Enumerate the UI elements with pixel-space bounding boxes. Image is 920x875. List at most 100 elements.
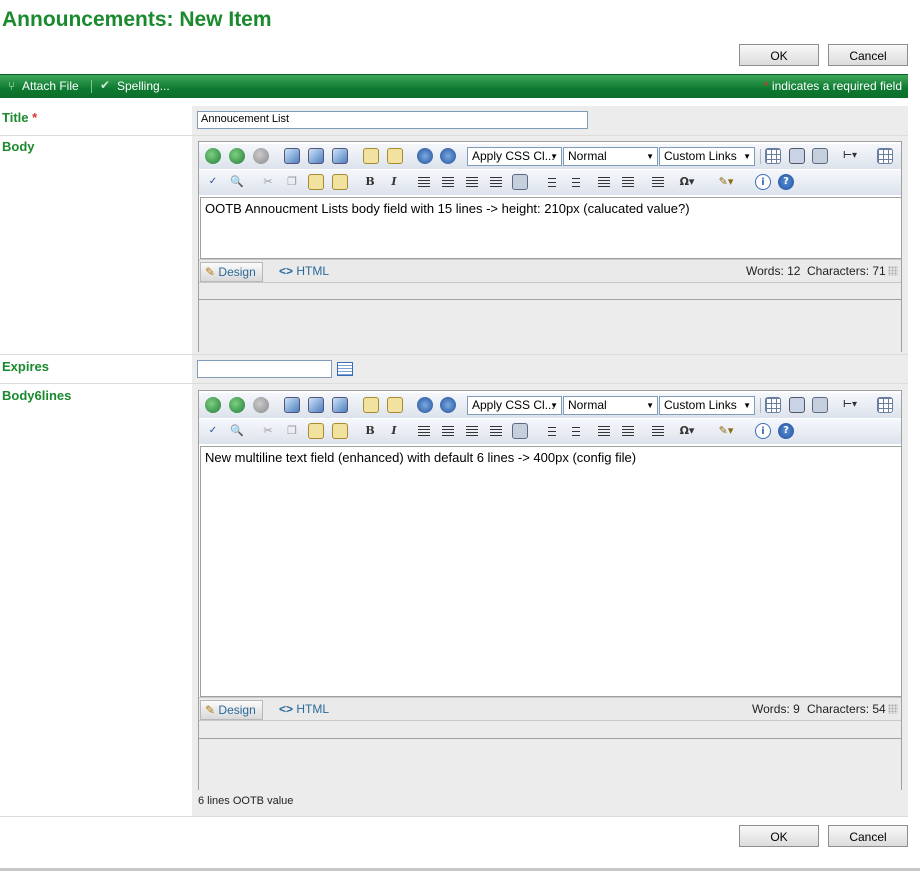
toolbar-separator — [760, 398, 761, 413]
title-input[interactable]: Annoucement List — [197, 111, 588, 129]
attach-file-button[interactable]: Attach File — [22, 79, 79, 93]
edit-table-icon[interactable] — [789, 148, 805, 164]
apply-css-dropdown[interactable]: Apply CSS Cl... ▼ — [467, 147, 562, 166]
cancel-button-top[interactable]: Cancel — [828, 44, 908, 66]
paragraph-icon[interactable] — [650, 174, 666, 190]
justify-icon[interactable] — [488, 423, 504, 439]
table-grid-icon[interactable] — [877, 148, 893, 164]
find-icon[interactable]: 🔍 — [229, 174, 245, 190]
table-grid-icon[interactable] — [877, 397, 893, 413]
insert-link-icon[interactable] — [229, 397, 245, 413]
ok-button-top[interactable]: OK — [739, 44, 819, 66]
numbered-list-icon[interactable] — [542, 174, 558, 190]
html-tab[interactable]: <> HTML — [279, 700, 329, 718]
ltr-icon[interactable] — [512, 423, 528, 439]
align-right-icon[interactable] — [464, 174, 480, 190]
style-dropdown[interactable]: Normal ▼ — [563, 147, 658, 166]
design-tab[interactable]: ✎ Design — [200, 700, 263, 720]
align-left-icon[interactable] — [416, 423, 432, 439]
insert-table-icon[interactable] — [765, 148, 781, 164]
ltr-icon[interactable] — [512, 174, 528, 190]
body-content-area[interactable]: OOTB Annoucment Lists body field with 15… — [200, 197, 902, 259]
paste-icon-2[interactable] — [308, 423, 324, 439]
insert-link-icon[interactable] — [229, 148, 245, 164]
justify-icon[interactable] — [488, 174, 504, 190]
image-properties-icon[interactable] — [332, 397, 348, 413]
image-library-icon[interactable] — [308, 148, 324, 164]
remove-link-icon[interactable] — [253, 397, 269, 413]
insert-hyperlink-icon[interactable] — [205, 397, 221, 413]
media-icon[interactable] — [440, 148, 456, 164]
custom-links-dropdown[interactable]: Custom Links ▼ — [659, 396, 755, 415]
body6lines-content-area[interactable]: New multiline text field (enhanced) with… — [200, 446, 902, 697]
insert-reusable-icon[interactable] — [363, 148, 379, 164]
spellcheck-icon[interactable]: ✓ — [205, 423, 221, 439]
image-library-icon[interactable] — [308, 397, 324, 413]
design-tab[interactable]: ✎ Design — [200, 262, 263, 282]
apply-css-dropdown[interactable]: Apply CSS Cl... ▼ — [467, 396, 562, 415]
symbol-icon[interactable]: Ω▾ — [674, 174, 700, 190]
paste-icon[interactable] — [387, 397, 403, 413]
indent-icon[interactable] — [620, 174, 636, 190]
edit-table-icon[interactable] — [789, 397, 805, 413]
paste-icon-2[interactable] — [308, 174, 324, 190]
remove-link-icon[interactable] — [253, 148, 269, 164]
insert-image-icon[interactable] — [284, 397, 300, 413]
resize-grip[interactable] — [888, 266, 898, 276]
insert-image-icon[interactable] — [284, 148, 300, 164]
paste-icon[interactable] — [387, 148, 403, 164]
highlight-icon[interactable]: ✎▾ — [713, 174, 739, 190]
italic-icon[interactable]: I — [386, 174, 402, 190]
bullet-list-icon[interactable] — [566, 423, 582, 439]
style-dropdown[interactable]: Normal ▼ — [563, 396, 658, 415]
numbered-list-icon[interactable] — [542, 423, 558, 439]
align-center-icon[interactable] — [440, 423, 456, 439]
custom-links-dropdown[interactable]: Custom Links ▼ — [659, 147, 755, 166]
paste-special-icon[interactable] — [332, 423, 348, 439]
align-left-icon[interactable] — [416, 174, 432, 190]
body6lines-editor: Apply CSS Cl... ▼ Normal ▼ Custom Links ▼ ⊢… — [198, 390, 902, 790]
compass-icon[interactable] — [417, 148, 433, 164]
outdent-icon[interactable] — [596, 423, 612, 439]
show-borders-icon[interactable] — [812, 397, 828, 413]
bullet-list-icon[interactable] — [566, 174, 582, 190]
bold-icon[interactable]: B — [362, 423, 378, 439]
copy-icon[interactable]: ❐ — [284, 423, 300, 439]
media-icon[interactable] — [440, 397, 456, 413]
html-tab[interactable]: <> HTML — [279, 262, 329, 280]
info-icon[interactable]: i — [755, 174, 771, 190]
outdent-icon[interactable] — [596, 174, 612, 190]
cut-icon[interactable]: ✂ — [260, 423, 276, 439]
bold-icon[interactable]: B — [362, 174, 378, 190]
cut-icon[interactable]: ✂ — [260, 174, 276, 190]
info-icon[interactable]: i — [755, 423, 771, 439]
insert-reusable-icon[interactable] — [363, 397, 379, 413]
spelling-button[interactable]: Spelling... — [117, 79, 170, 93]
resize-grip[interactable] — [888, 704, 898, 714]
image-properties-icon[interactable] — [332, 148, 348, 164]
find-icon[interactable]: 🔍 — [229, 423, 245, 439]
align-right-icon[interactable] — [464, 423, 480, 439]
highlight-icon[interactable]: ✎▾ — [713, 423, 739, 439]
calendar-icon[interactable] — [337, 362, 353, 376]
indent-icon[interactable] — [620, 423, 636, 439]
align-center-icon[interactable] — [440, 174, 456, 190]
copy-icon[interactable]: ❐ — [284, 174, 300, 190]
insert-table-icon[interactable] — [765, 397, 781, 413]
paste-special-icon[interactable] — [332, 174, 348, 190]
ok-button-bottom[interactable]: OK — [739, 825, 819, 847]
paragraph-icon[interactable] — [650, 423, 666, 439]
spellcheck-icon[interactable]: ✓ — [205, 174, 221, 190]
cancel-button-bottom[interactable]: Cancel — [828, 825, 908, 847]
code-icon: <> — [279, 702, 294, 716]
insert-row-icon[interactable]: ⊢▾ — [842, 148, 858, 164]
help-icon[interactable]: ? — [778, 174, 794, 190]
insert-hyperlink-icon[interactable] — [205, 148, 221, 164]
show-borders-icon[interactable] — [812, 148, 828, 164]
symbol-icon[interactable]: Ω▾ — [674, 423, 700, 439]
help-icon[interactable]: ? — [778, 423, 794, 439]
expires-date-input[interactable] — [197, 360, 332, 378]
compass-icon[interactable] — [417, 397, 433, 413]
insert-row-icon[interactable]: ⊢▾ — [842, 397, 858, 413]
italic-icon[interactable]: I — [386, 423, 402, 439]
